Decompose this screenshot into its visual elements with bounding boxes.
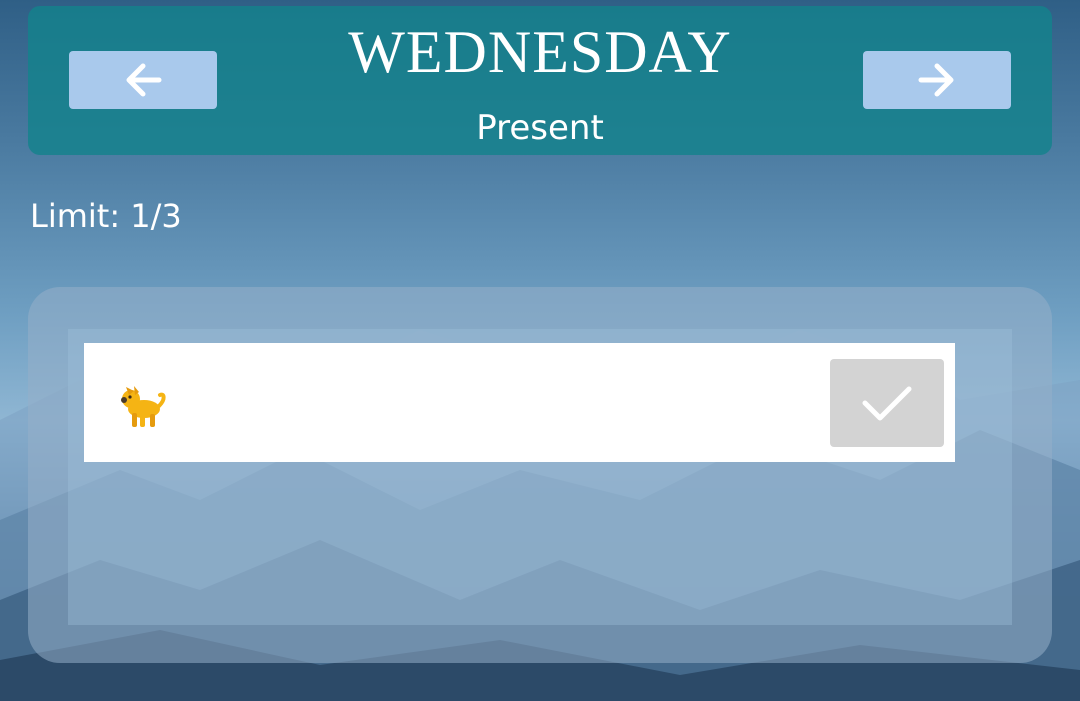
arrow-right-icon xyxy=(918,63,954,97)
complete-task-button[interactable] xyxy=(830,359,944,447)
limit-counter: Limit: 1/3 xyxy=(30,197,182,235)
checkmark-icon xyxy=(862,386,912,421)
task-item[interactable] xyxy=(84,343,955,462)
day-header: WEDNESDAY Present xyxy=(28,6,1052,155)
dog-icon xyxy=(121,386,166,427)
day-subtitle: Present xyxy=(476,108,604,148)
next-day-button[interactable] xyxy=(863,51,1011,109)
task-panel xyxy=(28,287,1052,663)
task-list xyxy=(68,329,1012,625)
